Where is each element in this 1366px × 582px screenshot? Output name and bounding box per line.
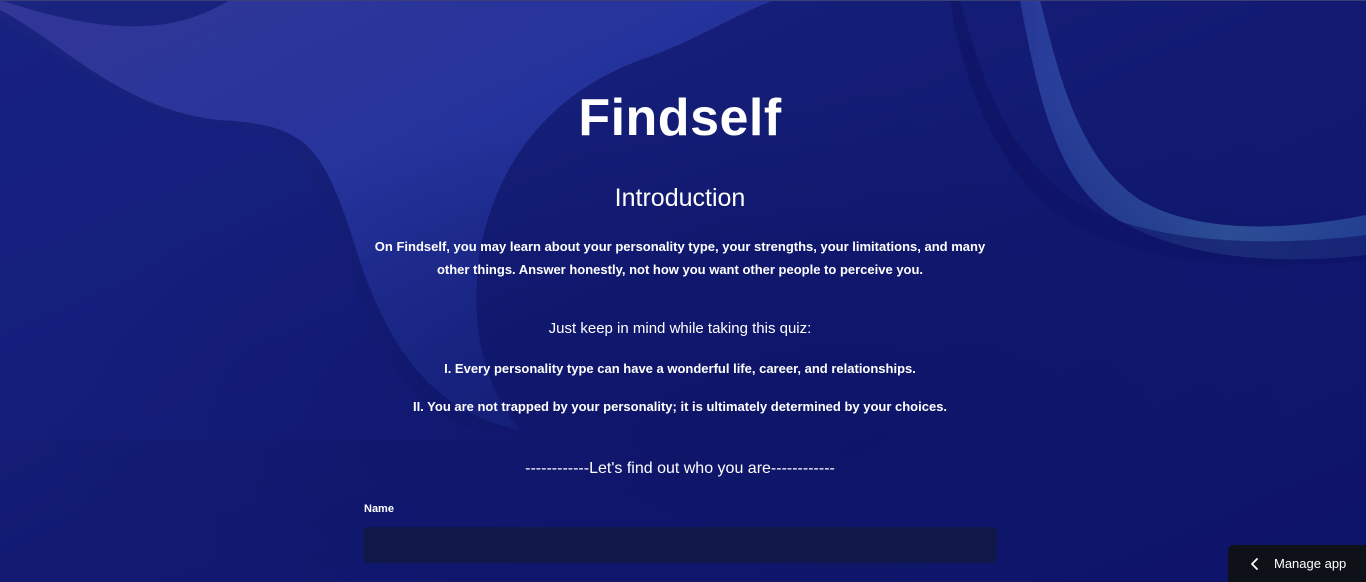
main-content: Findself Introduction On Findself, you m…: [0, 0, 1366, 582]
top-border: [0, 0, 1366, 1]
name-field-label: Name: [364, 503, 394, 515]
chevron-left-icon: [1248, 557, 1262, 571]
app-title: Findself: [578, 89, 782, 147]
introduction-heading: Introduction: [614, 184, 746, 212]
lets-find-out-divider: ------------Let's find out who you are--…: [525, 460, 835, 477]
quiz-point-2: II. You are not trapped by your personal…: [412, 399, 948, 414]
name-input[interactable]: [364, 527, 997, 563]
quiz-point-1: I. Every personality type can have a won…: [444, 361, 916, 376]
keep-in-mind-text: Just keep in mind while taking this quiz…: [548, 320, 812, 337]
introduction-paragraph: On Findself, you may learn about your pe…: [374, 239, 986, 277]
manage-app-button[interactable]: Manage app: [1228, 545, 1366, 582]
manage-app-label: Manage app: [1274, 556, 1347, 571]
